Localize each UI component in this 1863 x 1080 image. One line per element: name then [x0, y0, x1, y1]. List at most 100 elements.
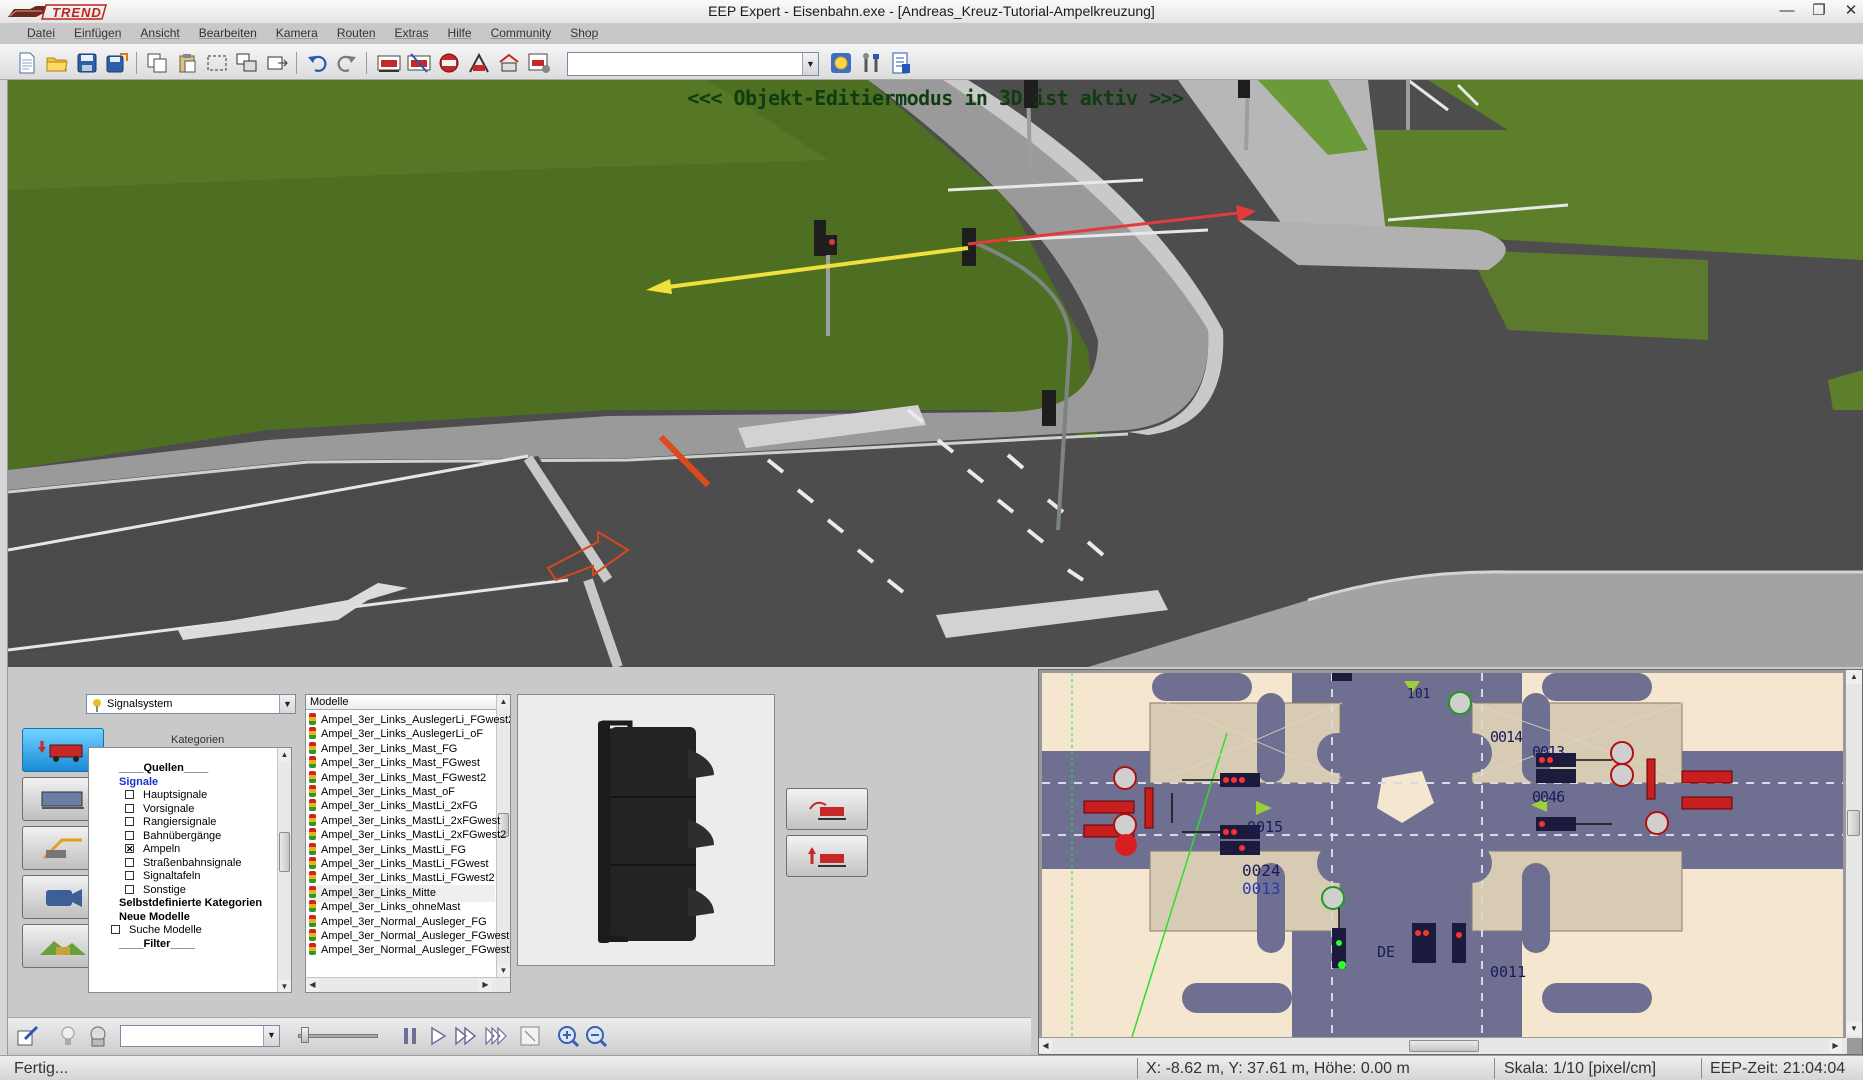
menu-item-datei[interactable]: Datei: [18, 25, 65, 43]
model-name: Ampel_3er_Links_Mitte: [321, 886, 436, 899]
edit-pen-icon[interactable]: [16, 1024, 40, 1048]
scroll-up-icon[interactable]: ▲: [497, 695, 510, 709]
3d-view[interactable]: <<< Objekt-Editiermodus in 3D ist aktiv …: [8, 80, 1863, 667]
speed-slider[interactable]: [298, 1027, 378, 1043]
menu-item-einf-gen[interactable]: Einfügen: [65, 25, 131, 43]
signal-edit-icon[interactable]: [496, 50, 522, 76]
model-list-item[interactable]: Ampel_3er_Normal_Ausleger_FGwest2: [309, 942, 510, 959]
copy-icon[interactable]: [144, 50, 170, 76]
model-name: Ampel_3er_Links_MastLi_2xFG: [321, 800, 478, 813]
checkbox[interactable]: [125, 790, 134, 799]
open-icon[interactable]: [44, 50, 70, 76]
traffic-light-icon: [309, 713, 316, 725]
minimize-button[interactable]: —: [1771, 0, 1803, 22]
select-frame-icon[interactable]: [518, 1024, 542, 1048]
play-icon[interactable]: [426, 1024, 450, 1048]
object-panel: Signalsystem ▼ Kategorien ▲ ▼ ____Quelle…: [8, 680, 1031, 1017]
menu-item-extras[interactable]: Extras: [386, 25, 439, 43]
save-icon[interactable]: [74, 50, 100, 76]
plan-hscrollbar[interactable]: ◀ ▶: [1039, 1038, 1847, 1054]
model-preview: [517, 694, 775, 966]
tree-scrollbar[interactable]: ▲ ▼: [277, 748, 291, 992]
chevron-down-icon[interactable]: ▼: [263, 1026, 279, 1046]
traffic-light-icon: [309, 857, 316, 869]
fast-forward-icon[interactable]: [454, 1024, 478, 1048]
scroll-right-icon[interactable]: ▶: [479, 978, 492, 992]
traffic-light-icon: [309, 785, 316, 797]
insert-model-button[interactable]: [786, 788, 868, 830]
traffic-light-icon: [309, 943, 316, 956]
menu-item-routen[interactable]: Routen: [328, 25, 386, 43]
plan-vscrollbar[interactable]: ▲ ▼: [1846, 670, 1862, 1038]
plan-vscroll-thumb[interactable]: [1847, 810, 1860, 836]
checkbox[interactable]: [125, 803, 134, 813]
model-list[interactable]: Modelle ▲ ▼ ◀ ▶ Ampel_3er_Links_Ausleger…: [305, 694, 511, 993]
rail-icon[interactable]: [436, 50, 462, 76]
zoom-in-icon[interactable]: [556, 1024, 580, 1048]
checkbox[interactable]: [125, 884, 134, 894]
restore-button[interactable]: ❐: [1803, 0, 1835, 22]
scroll-up-icon[interactable]: ▲: [1846, 670, 1862, 684]
checkbox[interactable]: [125, 857, 134, 867]
move-icon[interactable]: [264, 50, 290, 76]
traffic-light-icon: [309, 828, 316, 841]
signal-system-select[interactable]: Signalsystem ▼: [86, 694, 296, 714]
signal-system-value: Signalsystem: [107, 698, 173, 710]
redo-icon[interactable]: [334, 50, 360, 76]
traffic-light-icon: [309, 799, 316, 812]
toolbar-combo[interactable]: ▼: [567, 52, 819, 76]
scroll-left-icon[interactable]: ◀: [306, 978, 319, 992]
model-name: Ampel_3er_Links_Mast_oF: [321, 786, 455, 798]
menu-item-bearbeiten[interactable]: Bearbeiten: [190, 25, 267, 43]
save-as-icon[interactable]: [104, 50, 130, 76]
plan-hscroll-thumb[interactable]: [1409, 1040, 1479, 1052]
scroll-left-icon[interactable]: ◀: [1039, 1039, 1052, 1053]
checkbox-checked[interactable]: [125, 841, 134, 857]
track-plan[interactable]: 0014 0013 0046 0015 0024 0013 0011 101 D…: [1042, 673, 1843, 1037]
fastest-forward-icon[interactable]: [484, 1024, 508, 1048]
tree-scroll-thumb[interactable]: [279, 832, 290, 872]
track-editor-icon[interactable]: [376, 50, 402, 76]
robot-icon[interactable]: [86, 1024, 110, 1048]
traffic-light-icon: [309, 770, 316, 783]
select-icon[interactable]: [204, 50, 230, 76]
chevron-down-icon[interactable]: ▼: [802, 53, 818, 75]
pause-icon[interactable]: [398, 1024, 422, 1048]
checkbox[interactable]: [111, 925, 120, 934]
tools-icon[interactable]: [858, 50, 884, 76]
tree-item[interactable]: ____Filter____: [119, 936, 195, 952]
plan-label: 101: [1407, 687, 1431, 702]
sun-icon[interactable]: [828, 50, 854, 76]
scroll-down-icon[interactable]: ▼: [278, 980, 291, 992]
scroll-down-icon[interactable]: ▼: [1846, 1022, 1862, 1036]
menu-item-kamera[interactable]: Kamera: [267, 25, 328, 43]
checkbox[interactable]: [125, 871, 134, 880]
paste-icon[interactable]: [174, 50, 200, 76]
zoom-out-icon[interactable]: [584, 1024, 608, 1048]
models-hscrollbar[interactable]: ◀ ▶: [306, 977, 510, 992]
object-select[interactable]: ▼: [120, 1025, 280, 1047]
speed-slider-handle[interactable]: [301, 1027, 309, 1043]
menu-item-shop[interactable]: Shop: [561, 25, 608, 43]
category-tree[interactable]: ▲ ▼ ____Quellen____ Signale Hauptsignale Vo…: [88, 747, 292, 993]
crane-icon[interactable]: [466, 50, 492, 76]
scroll-up-icon[interactable]: ▲: [278, 748, 291, 762]
scroll-right-icon[interactable]: ▶: [1829, 1039, 1842, 1053]
undo-icon[interactable]: [304, 50, 330, 76]
checkbox[interactable]: [125, 830, 134, 840]
layers-icon[interactable]: [234, 50, 260, 76]
place-model-button[interactable]: [786, 835, 868, 877]
info-icon[interactable]: [888, 50, 914, 76]
chevron-down-icon[interactable]: ▼: [279, 695, 295, 713]
close-button[interactable]: ✕: [1835, 0, 1863, 22]
menu-item-hilfe[interactable]: Hilfe: [439, 25, 482, 43]
scroll-down-icon[interactable]: ▼: [497, 964, 510, 978]
track-settings-icon[interactable]: [526, 50, 552, 76]
checkbox[interactable]: [125, 817, 134, 826]
menu-item-community[interactable]: Community: [482, 25, 562, 43]
bulb-icon[interactable]: [56, 1024, 80, 1048]
traffic-light-icon: [309, 756, 316, 769]
track-edit-2-icon[interactable]: [406, 50, 432, 76]
new-icon[interactable]: [14, 50, 40, 76]
menu-item-ansicht[interactable]: Ansicht: [131, 25, 189, 43]
